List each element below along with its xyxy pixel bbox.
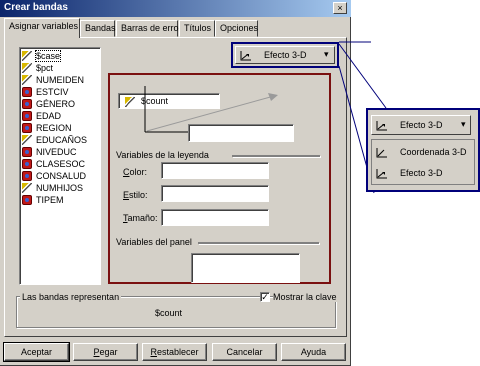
- tab-asignar-variables[interactable]: Asignar variables: [4, 18, 80, 38]
- option-efecto-3d[interactable]: Efecto 3-D: [374, 164, 472, 182]
- callout-dropdown[interactable]: Efecto 3-D ▾: [371, 115, 471, 135]
- chart-3d-icon: [376, 121, 387, 131]
- chevron-down-icon[interactable]: ▾: [461, 119, 466, 130]
- chart-coordinate-icon: [376, 148, 387, 158]
- chart-3d-icon: [376, 169, 387, 179]
- callout-dropdown-value: Efecto 3-D: [400, 120, 443, 130]
- option-coordenada-3d[interactable]: Coordenada 3-D: [374, 143, 472, 161]
